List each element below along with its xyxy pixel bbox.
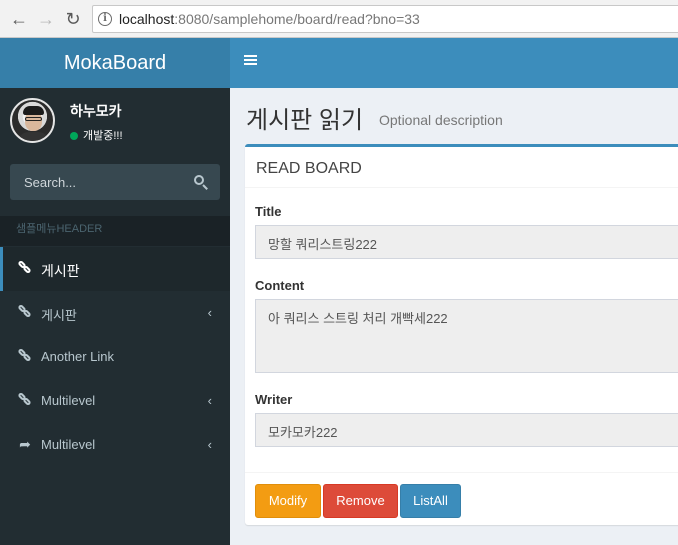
back-arrow-icon[interactable]: ←	[8, 8, 30, 30]
sidebar-search	[10, 164, 220, 200]
page-description: Optional description	[379, 112, 503, 128]
chevron-left-icon: ‹	[207, 437, 212, 452]
sidebar-item-another-link[interactable]: Another Link	[0, 335, 230, 379]
forward-arrow-icon[interactable]: →	[35, 8, 57, 30]
sidebar-toggle-icon[interactable]	[244, 55, 257, 66]
info-icon[interactable]: i	[98, 12, 112, 26]
reload-icon[interactable]: ↻	[62, 8, 84, 30]
content-label: Content	[255, 278, 305, 293]
link-icon	[17, 347, 33, 364]
avatar	[10, 98, 55, 143]
user-panel: 하누모카 개발중!!!	[0, 88, 230, 154]
read-board-box: READ BOARD Title 망할 쿼리스트링222 Content 아 쿼…	[245, 144, 678, 525]
sidebar-item-label: 게시판	[41, 308, 77, 323]
chevron-left-icon: ‹	[207, 305, 212, 320]
search-icon[interactable]	[194, 175, 208, 190]
app-logo[interactable]: MokaBoard	[0, 38, 230, 88]
title-label: Title	[255, 204, 282, 219]
link-icon	[17, 259, 33, 276]
sidebar-menu-header: 샘플메뉴HEADER	[0, 216, 230, 246]
sidebar: 하누모카 개발중!!! 샘플메뉴HEADER 게시판 게시판 ‹ Another…	[0, 88, 230, 545]
user-name: 하누모카	[70, 103, 122, 119]
list-all-button[interactable]: ListAll	[400, 484, 461, 518]
url-path: :8080/samplehome/board/read?bno=33	[174, 11, 420, 27]
remove-button[interactable]: Remove	[323, 484, 398, 518]
search-input[interactable]	[10, 164, 180, 200]
sidebar-item-board-active[interactable]: 게시판	[0, 247, 230, 291]
writer-field[interactable]: 모카모카222	[255, 413, 678, 447]
browser-toolbar: ← → ↻ i localhost:8080/samplehome/board/…	[0, 0, 678, 38]
link-icon	[17, 391, 33, 408]
sidebar-item-multilevel[interactable]: Multilevel ‹	[0, 379, 230, 423]
title-field[interactable]: 망할 쿼리스트링222	[255, 225, 678, 259]
sidebar-item-multilevel-share[interactable]: ➦ Multilevel ‹	[0, 423, 230, 467]
modify-button[interactable]: Modify	[255, 484, 321, 518]
sidebar-item-label: Multilevel	[41, 393, 96, 408]
sidebar-item-label: Multilevel	[41, 437, 96, 452]
user-status: 개발중!!!	[70, 127, 123, 143]
share-icon: ➦	[19, 436, 31, 452]
sidebar-item-label: Another Link	[41, 349, 114, 364]
sidebar-item-label: 게시판	[41, 263, 80, 279]
page-title: 게시판 읽기	[246, 107, 364, 134]
divider	[245, 187, 678, 188]
divider	[245, 472, 678, 473]
user-status-text: 개발중!!!	[83, 130, 123, 142]
sidebar-item-board[interactable]: 게시판 ‹	[0, 291, 230, 335]
top-navbar	[230, 38, 678, 88]
writer-label: Writer	[255, 392, 293, 407]
content-field[interactable]: 아 쿼리스 스트링 처리 개빡세222	[255, 299, 678, 373]
online-status-icon	[70, 132, 78, 140]
url-host: localhost	[119, 11, 175, 27]
address-bar[interactable]: i localhost:8080/samplehome/board/read?b…	[92, 5, 678, 33]
url-text[interactable]: localhost:8080/samplehome/board/read?bno…	[119, 11, 420, 27]
box-title: READ BOARD	[256, 160, 362, 177]
chevron-left-icon: ‹	[207, 393, 212, 408]
link-icon	[17, 303, 33, 320]
